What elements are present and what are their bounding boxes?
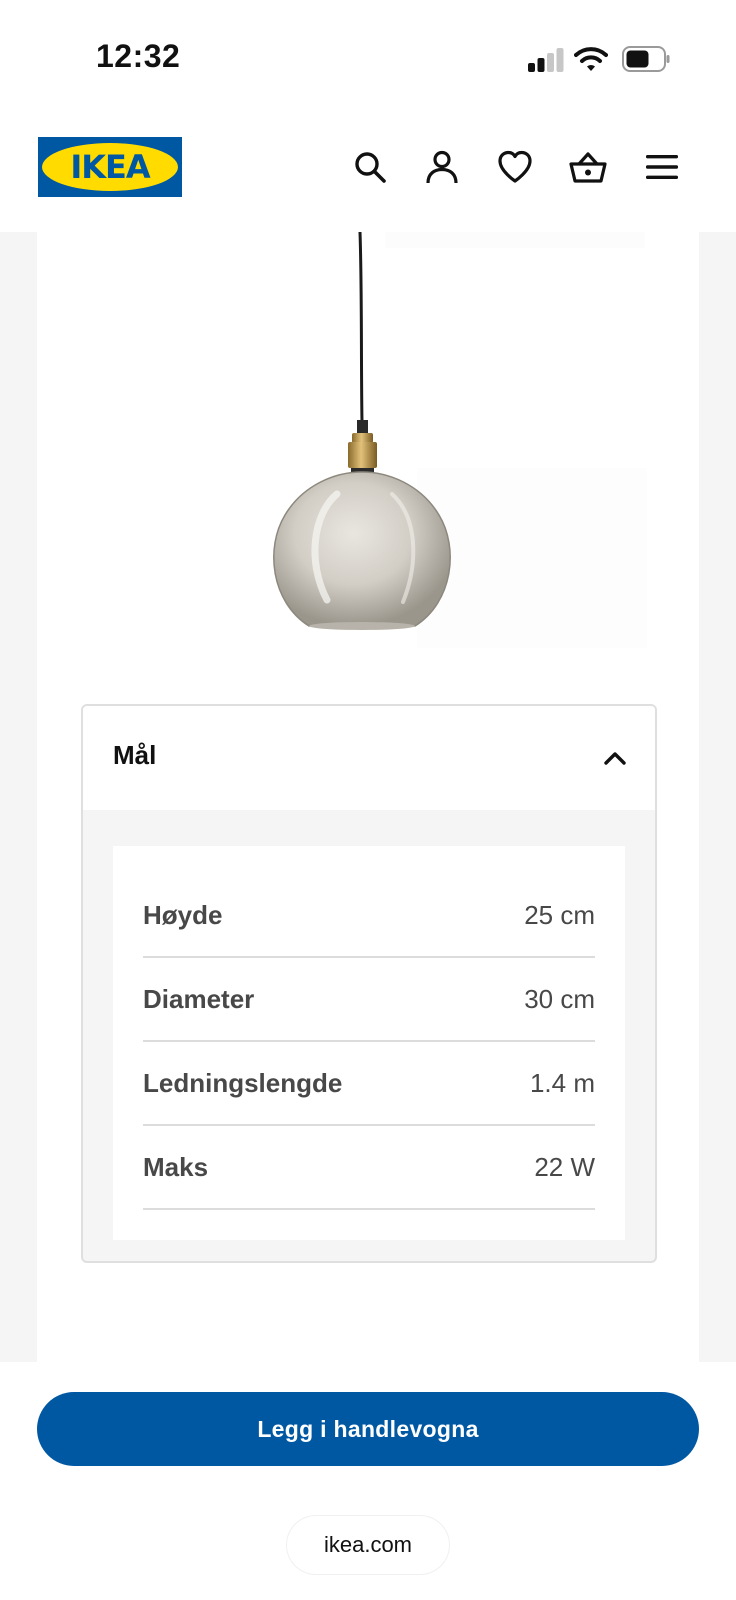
dimension-row: Diameter 30 cm [143,956,595,1042]
dimension-label: Høyde [143,900,223,930]
dimension-row: Maks 22 W [143,1124,595,1210]
wifi-icon [574,47,608,71]
dimensions-table: Høyde 25 cm Diameter 30 cm Ledningslengd… [113,846,625,1240]
pendant-lamp-image[interactable] [37,232,699,672]
search-icon[interactable] [349,146,391,188]
dimension-value: 25 cm [524,900,595,930]
shopping-basket-icon[interactable] [567,146,609,188]
heart-icon[interactable] [494,146,536,188]
site-header: IKEA [0,120,736,232]
dimension-row: Høyde 25 cm [143,872,595,958]
chevron-up-icon[interactable] [601,744,629,772]
add-to-cart-button[interactable]: Legg i handlevogna [37,1392,699,1466]
dimension-value: 1.4 m [529,1068,595,1098]
product-content: Mål Høyde 25 cm Diameter 30 cm Ledningsl… [37,232,699,1362]
battery-icon [622,46,670,72]
dimension-label: Maks [143,1152,209,1182]
status-time: 12:32 [96,38,181,74]
bottom-bar: Legg i handlevogna ikea.com [0,1362,736,1600]
logo-text: IKEA [70,148,151,186]
status-bar: 12:32 [0,0,736,120]
browser-url-pill[interactable]: ikea.com [287,1516,449,1574]
dimension-label: Diameter [143,984,255,1014]
dimensions-title: Mål [113,740,157,770]
dimensions-accordion: Mål Høyde 25 cm Diameter 30 cm Ledningsl… [81,704,657,1263]
cellular-signal-icon [528,48,564,72]
dimension-value: 30 cm [524,984,595,1014]
ikea-logo[interactable]: IKEA [38,137,182,197]
dimension-value: 22 W [534,1152,595,1182]
dimension-label: Ledningslengde [143,1068,343,1098]
account-icon[interactable] [421,146,463,188]
dimensions-accordion-header[interactable]: Mål [83,706,655,810]
dimension-row: Ledningslengde 1.4 m [143,1040,595,1126]
menu-icon[interactable] [641,146,683,188]
